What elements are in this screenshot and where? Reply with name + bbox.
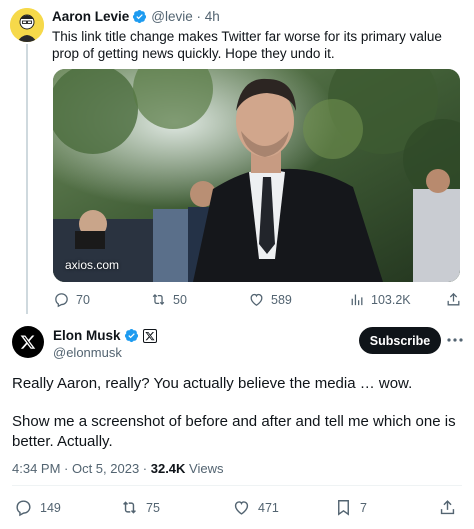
more-icon[interactable] (446, 332, 464, 348)
like-button[interactable]: 471 (232, 498, 279, 517)
avatar[interactable] (10, 8, 44, 42)
retweet-icon (123, 501, 136, 514)
like-icon (234, 501, 249, 515)
reply-button[interactable]: 149 (14, 498, 61, 517)
views-label: Views (185, 461, 224, 476)
affiliate-x-badge-icon (142, 328, 157, 343)
retweet-button[interactable]: 75 (120, 498, 160, 517)
bookmark-button[interactable]: 7 (334, 498, 367, 517)
reply-icon (16, 500, 31, 517)
like-count: 589 (271, 292, 292, 307)
retweet-button[interactable]: 50 (150, 291, 187, 308)
views-count: 32.4K (150, 461, 186, 476)
reply-icon (55, 293, 68, 308)
parent-tweet-header: Aaron Levie @levie · 4h (52, 9, 220, 24)
main-tweet-text-paragraph-2: Show me a screenshot of before and after… (12, 413, 456, 450)
avatar-illustration (10, 8, 44, 42)
views-button[interactable]: 103.2K (348, 291, 411, 308)
main-tweet-header: Elon Musk (53, 328, 157, 343)
separator-dot: · (196, 9, 202, 24)
parent-tweet-actions: 70 50 589 103.2K (53, 291, 463, 311)
like-button[interactable]: 589 (248, 291, 292, 308)
author-name[interactable]: Elon Musk (53, 328, 121, 343)
link-card-image[interactable]: axios.com (53, 69, 460, 282)
tweet-time[interactable]: 4h (205, 9, 220, 24)
tweet-timestamp[interactable]: 4:34 PM · Oct 5, 2023 · (12, 461, 151, 476)
retweet-count: 75 (146, 500, 160, 515)
main-tweet-actions: 149 75 471 7 (14, 498, 464, 520)
thread-connector-line (26, 44, 28, 314)
reply-count: 70 (76, 292, 90, 307)
parent-tweet-text: This link title change makes Twitter far… (52, 29, 442, 61)
link-source-label: axios.com (65, 258, 120, 272)
x-logo-icon (20, 335, 36, 349)
news-photo (53, 69, 460, 282)
bookmark-icon (338, 500, 349, 516)
author-handle[interactable]: @elonmusk (53, 345, 122, 360)
like-count: 471 (258, 500, 279, 515)
tweet-meta: 4:34 PM · Oct 5, 2023 · 32.4K Views (12, 461, 224, 476)
retweet-icon (152, 293, 165, 306)
verified-badge-icon (124, 328, 139, 343)
bookmark-count: 7 (360, 500, 367, 515)
views-count: 103.2K (371, 292, 411, 307)
retweet-count: 50 (173, 292, 187, 307)
reply-button[interactable]: 70 (53, 291, 90, 308)
author-handle[interactable]: @levie (151, 9, 192, 24)
share-icon (440, 500, 455, 515)
share-button[interactable] (445, 291, 468, 308)
views-icon (351, 294, 363, 306)
share-icon (447, 292, 460, 306)
subscribe-button[interactable]: Subscribe (359, 327, 441, 354)
like-icon (250, 293, 263, 306)
share-button[interactable] (438, 498, 464, 517)
main-tweet-text-paragraph-1: Really Aaron, really? You actually belie… (12, 375, 413, 392)
reply-count: 149 (40, 500, 61, 515)
verified-badge-icon (132, 9, 147, 24)
avatar[interactable] (12, 326, 44, 358)
author-name[interactable]: Aaron Levie (52, 9, 129, 24)
divider (12, 485, 462, 486)
